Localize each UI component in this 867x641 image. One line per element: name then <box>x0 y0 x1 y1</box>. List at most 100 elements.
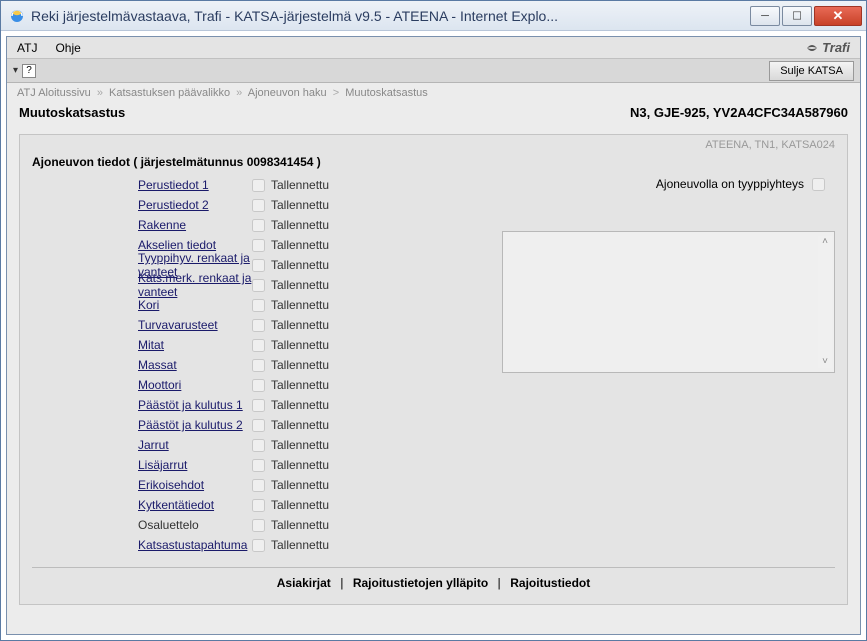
section-link[interactable]: Lisäjarrut <box>138 458 187 472</box>
saved-label: Tallennettu <box>271 378 329 392</box>
saved-checkbox[interactable] <box>252 339 265 352</box>
saved-label: Tallennettu <box>271 438 329 452</box>
table-row: Päästöt ja kulutus 2 Tallennettu <box>32 415 472 435</box>
table-row: Kats.merk. renkaat ja vanteetTallennettu <box>32 275 472 295</box>
section-link[interactable]: Turvavarusteet <box>138 318 218 332</box>
section-link[interactable]: Päästöt ja kulutus 2 <box>138 418 243 432</box>
menu-atj[interactable]: ATJ <box>17 41 37 55</box>
saved-checkbox[interactable] <box>252 239 265 252</box>
breadcrumb-search[interactable]: Ajoneuvon haku <box>248 87 327 99</box>
saved-label: Tallennettu <box>271 278 329 292</box>
saved-label: Tallennettu <box>271 318 329 332</box>
section-link[interactable]: Erikoisehdot <box>138 478 204 492</box>
app-window: Reki järjestelmävastaava, Trafi - KATSA-… <box>0 0 867 641</box>
maximize-button[interactable]: ☐ <box>782 6 812 26</box>
table-row: Rakenne Tallennettu <box>32 215 472 235</box>
table-row: Turvavarusteet Tallennettu <box>32 315 472 335</box>
table-row: OsaluetteloTallennettu <box>32 515 472 535</box>
vehicle-id: N3, GJE-925, YV2A4CFC34A587960 <box>630 105 848 120</box>
saved-checkbox[interactable] <box>252 319 265 332</box>
saved-checkbox[interactable] <box>252 439 265 452</box>
saved-checkbox[interactable] <box>252 399 265 412</box>
table-row: KatsastustapahtumaTallennettu <box>32 535 472 555</box>
saved-label: Tallennettu <box>271 518 329 532</box>
footer-rajoitus-yllapito[interactable]: Rajoitustietojen ylläpito <box>353 576 488 590</box>
content-panel: ATEENA, TN1, KATSA024 Ajoneuvon tiedot (… <box>19 134 848 605</box>
titlebar: Reki järjestelmävastaava, Trafi - KATSA-… <box>1 1 866 31</box>
table-row: ErikoisehdotTallennettu <box>32 475 472 495</box>
table-row: Kytkentätiedot Tallennettu <box>32 495 472 515</box>
brand-text: Trafi <box>822 40 850 55</box>
saved-checkbox[interactable] <box>252 299 265 312</box>
saved-label: Tallennettu <box>271 258 329 272</box>
close-button[interactable]: ✕ <box>814 6 862 26</box>
section-link[interactable]: Perustiedot 1 <box>138 178 209 192</box>
minimize-button[interactable]: ─ <box>750 6 780 26</box>
close-system-button[interactable]: Sulje KATSA <box>769 61 854 81</box>
section-link[interactable]: Massat <box>138 358 177 372</box>
section-title: Ajoneuvon tiedot ( järjestelmätunnus 009… <box>32 155 835 169</box>
section-link[interactable]: Akselien tiedot <box>138 238 216 252</box>
footer-links: Asiakirjat | Rajoitustietojen ylläpito |… <box>32 576 835 590</box>
table-row: Moottori Tallennettu <box>32 375 472 395</box>
section-link[interactable]: Perustiedot 2 <box>138 198 209 212</box>
breadcrumb: ATJ Aloitussivu » Katsastuksen päävalikk… <box>7 83 860 103</box>
section-link[interactable]: Mitat <box>138 338 164 352</box>
saved-checkbox[interactable] <box>252 459 265 472</box>
window-buttons: ─ ☐ ✕ <box>748 6 862 26</box>
footer-asiakirjat[interactable]: Asiakirjat <box>277 576 331 590</box>
help-icon[interactable]: ? <box>22 64 36 78</box>
saved-label: Tallennettu <box>271 198 329 212</box>
scroll-up-icon[interactable]: ˄ <box>818 236 832 248</box>
table-row: Lisäjarrut Tallennettu <box>32 455 472 475</box>
notes-textarea[interactable]: ˄ ˅ <box>502 231 835 373</box>
breadcrumb-current: Muutoskatsastus <box>345 87 428 99</box>
saved-checkbox[interactable] <box>252 359 265 372</box>
section-link[interactable]: Kori <box>138 298 159 312</box>
saved-label: Tallennettu <box>271 418 329 432</box>
section-link[interactable]: Katsastustapahtuma <box>138 538 247 552</box>
content-frame: ATJ Ohje Trafi ▾ ? Sulje KATSA ATJ Aloit… <box>6 36 861 635</box>
panel-meta: ATEENA, TN1, KATSA024 <box>705 139 835 151</box>
section-link[interactable]: Moottori <box>138 378 181 392</box>
saved-label: Tallennettu <box>271 498 329 512</box>
saved-checkbox[interactable] <box>252 419 265 432</box>
saved-checkbox[interactable] <box>252 479 265 492</box>
saved-checkbox[interactable] <box>252 519 265 532</box>
saved-label: Tallennettu <box>271 218 329 232</box>
breadcrumb-home[interactable]: ATJ Aloitussivu <box>17 87 91 99</box>
menu-ohje[interactable]: Ohje <box>55 41 80 55</box>
section-link[interactable]: Kats.merk. renkaat ja vanteet <box>138 271 251 299</box>
ie-icon <box>9 8 25 24</box>
saved-checkbox[interactable] <box>252 379 265 392</box>
saved-checkbox[interactable] <box>252 259 265 272</box>
window-title: Reki järjestelmävastaava, Trafi - KATSA-… <box>31 8 748 24</box>
section-link[interactable]: Jarrut <box>138 438 169 452</box>
saved-checkbox[interactable] <box>252 499 265 512</box>
scrollbar[interactable]: ˄ ˅ <box>818 236 832 368</box>
saved-checkbox[interactable] <box>252 219 265 232</box>
table-row: Massat Tallennettu <box>32 355 472 375</box>
dropdown-arrow-icon[interactable]: ▾ <box>13 65 18 76</box>
saved-label: Tallennettu <box>271 358 329 372</box>
saved-checkbox[interactable] <box>252 199 265 212</box>
footer-rajoitustiedot[interactable]: Rajoitustiedot <box>510 576 590 590</box>
header-row: Muutoskatsastus N3, GJE-925, YV2A4CFC34A… <box>7 103 860 128</box>
type-connection-checkbox[interactable] <box>812 178 825 191</box>
scroll-down-icon[interactable]: ˅ <box>818 356 832 368</box>
page-title: Muutoskatsastus <box>19 105 125 120</box>
saved-label: Tallennettu <box>271 398 329 412</box>
type-connection-label: Ajoneuvolla on tyyppiyhteys <box>656 177 804 191</box>
section-link[interactable]: Kytkentätiedot <box>138 498 214 512</box>
saved-label: Tallennettu <box>271 298 329 312</box>
saved-checkbox[interactable] <box>252 279 265 292</box>
saved-checkbox[interactable] <box>252 179 265 192</box>
saved-checkbox[interactable] <box>252 539 265 552</box>
section-link[interactable]: Päästöt ja kulutus 1 <box>138 398 243 412</box>
breadcrumb-menu[interactable]: Katsastuksen päävalikko <box>109 87 230 99</box>
section-link[interactable]: Rakenne <box>138 218 186 232</box>
table-row: MitatTallennettu <box>32 335 472 355</box>
saved-label: Tallennettu <box>271 458 329 472</box>
table-row: Päästöt ja kulutus 1 Tallennettu <box>32 395 472 415</box>
table-row: Perustiedot 1Tallennettu <box>32 175 472 195</box>
